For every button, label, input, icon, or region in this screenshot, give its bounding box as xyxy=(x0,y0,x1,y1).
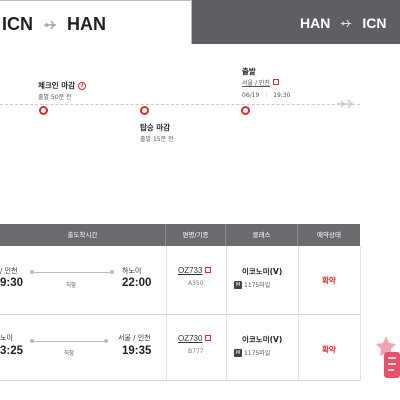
checkin-sub: 출발 50분 전 xyxy=(38,94,72,101)
column-divider xyxy=(298,246,299,380)
row2-miles-text: 1175마일 xyxy=(244,350,271,357)
tab-route: ICN HAN xyxy=(2,14,106,35)
tab-icn-han[interactable]: ICN HAN xyxy=(0,0,192,44)
row2-dep-city: 노이 xyxy=(0,334,13,342)
row1-dep-city: / 인천 xyxy=(0,267,18,275)
row2-cabin: 이코노미(V) xyxy=(242,335,283,344)
row1-status: 확약 xyxy=(322,276,336,285)
col-cabin: 클래스 xyxy=(226,224,298,246)
boarding-dot xyxy=(140,106,149,115)
tab-destination: HAN xyxy=(67,14,106,34)
route-dot xyxy=(110,270,114,274)
row2-status: 확약 xyxy=(322,345,336,354)
external-link-icon xyxy=(272,79,279,85)
departure-city-link[interactable]: 서울 / 인천 xyxy=(242,78,279,87)
plane-icon xyxy=(340,15,352,31)
col-schedule: 출도착시간 xyxy=(0,224,166,246)
boarding-title: 탑승 마감 xyxy=(140,123,171,132)
row2-dep-time: 3:25 xyxy=(0,345,24,357)
row1-route-line xyxy=(30,272,114,273)
plane-icon xyxy=(43,14,57,35)
checkin-dot xyxy=(39,106,48,115)
tab-origin: HAN xyxy=(300,15,331,31)
departure-dot xyxy=(241,106,250,115)
departure-title: 출발 xyxy=(242,67,256,76)
row2-aircraft: B777 xyxy=(188,348,204,355)
row1-flight-number[interactable]: OZ733 xyxy=(178,266,212,275)
miles-icon: M xyxy=(234,280,242,289)
col-status: 예약상태 xyxy=(317,231,341,239)
row1-arr-time: 22:00 xyxy=(122,277,152,289)
column-divider xyxy=(226,246,227,380)
row-divider xyxy=(0,314,360,315)
row2-arr-time: 19:35 xyxy=(122,345,152,357)
row2-route-line xyxy=(30,341,108,342)
tab-origin: ICN xyxy=(2,14,33,34)
column-divider xyxy=(166,246,167,380)
external-link-icon xyxy=(205,267,212,273)
row2-direct: 직항 xyxy=(64,351,75,357)
col-flight: 편명/기종 xyxy=(166,224,226,246)
tab-destination: ICN xyxy=(362,15,387,31)
external-link-icon xyxy=(205,335,212,341)
departure-datetime: 06/19 | 19:30 xyxy=(242,92,291,99)
row2-arr-city: 서울 / 인천 xyxy=(118,334,151,342)
departure-time: 19:30 xyxy=(273,92,291,99)
route-dot xyxy=(30,339,34,343)
tab-han-icn[interactable]: HAN ICN xyxy=(192,0,400,44)
row1-arr-city: 하노이 xyxy=(122,267,142,275)
row-divider xyxy=(0,380,360,381)
row2-flight-number-text[interactable]: OZ730 xyxy=(178,334,202,343)
row1-aircraft: A350 xyxy=(188,280,204,287)
tab-route: HAN ICN xyxy=(300,15,386,31)
row1-miles: M 1175마일 xyxy=(234,280,270,289)
departure-date: 06/19 xyxy=(242,92,260,99)
route-dot xyxy=(30,270,34,274)
row2-miles: M 1175마일 xyxy=(234,348,270,357)
row1-miles-text: 1175마일 xyxy=(244,282,271,289)
floating-promo-icon[interactable] xyxy=(372,334,400,378)
timeline-line xyxy=(0,104,360,105)
flight-table-header: 출도착시간 편명/기종 클래스 예약상태 xyxy=(0,224,360,246)
info-icon[interactable]: i xyxy=(78,82,87,90)
column-divider xyxy=(360,246,361,380)
departure-city[interactable]: 서울 / 인천 xyxy=(242,80,270,87)
checkin-deadline: 체크인 마감 i xyxy=(38,80,87,91)
airplane-icon xyxy=(337,99,354,109)
row2-flight-number[interactable]: OZ730 xyxy=(178,334,212,343)
miles-icon: M xyxy=(234,348,242,357)
row1-direct: 직항 xyxy=(66,283,77,289)
row1-flight-number-text[interactable]: OZ733 xyxy=(178,266,202,275)
boarding-sub: 출발 15분 전 xyxy=(140,136,174,143)
row1-cabin: 이코노미(V) xyxy=(242,267,283,276)
route-dot xyxy=(104,339,108,343)
row1-dep-time: 9:30 xyxy=(0,277,24,289)
checkin-title: 체크인 마감 xyxy=(38,81,76,90)
